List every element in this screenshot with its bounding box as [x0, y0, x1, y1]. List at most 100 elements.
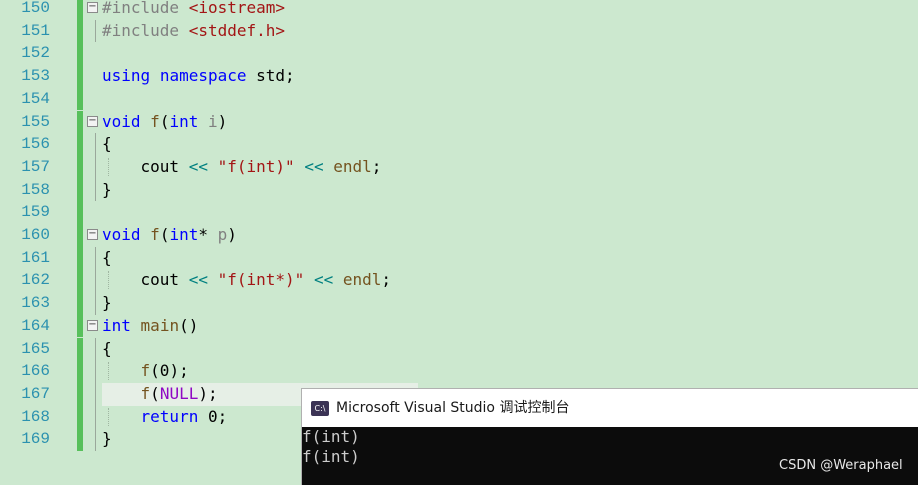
code-token: <<	[188, 270, 208, 290]
code-text: #include <iostream>	[102, 0, 285, 20]
code-token: #include	[102, 20, 189, 40]
code-line[interactable]: 158}	[0, 178, 918, 202]
line-number: 157	[21, 157, 50, 176]
code-line[interactable]: 163}	[0, 292, 918, 315]
code-line[interactable]: 159	[0, 201, 918, 224]
code-token: <<	[188, 156, 208, 176]
code-text: {	[102, 133, 112, 156]
code-line[interactable]: 155 − void f(int i)	[0, 110, 918, 134]
console-title-bar[interactable]: C:\ Microsoft Visual Studio 调试控制台	[302, 389, 918, 427]
code-token: void	[102, 111, 141, 131]
line-number: 169	[21, 430, 50, 449]
outline-guide	[95, 382, 96, 406]
code-line[interactable]: 157 cout << "f(int)" << endl;	[0, 155, 918, 179]
code-token: endl	[333, 156, 372, 176]
collapse-icon[interactable]: −	[87, 229, 98, 240]
code-token: p	[217, 225, 228, 244]
outline-guide	[95, 292, 96, 315]
code-line[interactable]: 165 {	[0, 337, 918, 361]
outline-guide	[95, 133, 96, 156]
code-line[interactable]: 152	[0, 42, 918, 66]
code-token: (	[159, 111, 170, 131]
change-indicator	[77, 382, 83, 406]
collapse-icon[interactable]: −	[87, 2, 98, 13]
code-line[interactable]: 154	[0, 87, 918, 111]
code-line[interactable]: 151 #include <stddef.h>	[0, 19, 918, 43]
change-indicator	[77, 87, 83, 111]
outline-guide	[95, 360, 96, 383]
code-token: cout	[102, 270, 189, 290]
code-token: ;	[371, 156, 382, 176]
line-number: 165	[21, 339, 50, 358]
outline-guide	[95, 19, 96, 43]
code-token: {	[102, 338, 112, 358]
code-token: return	[140, 406, 199, 426]
code-token: (0);	[150, 361, 189, 381]
code-line[interactable]: 150 − #include <iostream>	[0, 0, 918, 20]
code-token: int	[169, 111, 199, 131]
code-text: void f(int* p)	[102, 224, 237, 247]
code-token: "f(int)"	[217, 156, 295, 176]
code-token: using	[102, 66, 151, 86]
outline-guide	[95, 178, 96, 202]
line-number: 158	[21, 180, 50, 199]
code-text: f(0);	[102, 360, 189, 383]
console-title: Microsoft Visual Studio 调试控制台	[336, 400, 570, 416]
code-token: f	[140, 361, 151, 381]
line-number: 153	[21, 67, 50, 86]
code-token: }	[102, 179, 112, 199]
collapse-icon[interactable]: −	[87, 319, 98, 331]
code-token: namespace	[159, 66, 247, 86]
change-indicator	[77, 110, 83, 134]
change-indicator	[77, 314, 83, 338]
watermark: CSDN @Weraphael	[779, 458, 903, 473]
code-token: <<	[313, 270, 334, 290]
code-line[interactable]: 162 cout << "f(int*)" << endl;	[0, 269, 918, 293]
code-line[interactable]: 166 f(0);	[0, 360, 918, 383]
line-number: 156	[21, 135, 50, 154]
code-token: "f(int*)"	[217, 270, 305, 290]
outline-guide	[95, 155, 96, 179]
code-token: main	[140, 315, 180, 335]
code-token: );	[198, 383, 218, 403]
console-app-icon: C:\	[311, 401, 329, 416]
code-token: <<	[304, 156, 324, 176]
line-number: 151	[21, 21, 50, 40]
code-text: }	[102, 428, 112, 451]
collapse-icon[interactable]: −	[87, 115, 98, 127]
line-number: 150	[21, 0, 50, 17]
code-token: int	[102, 315, 131, 335]
change-indicator	[77, 292, 83, 315]
line-number: 155	[21, 112, 50, 131]
code-token: )	[217, 111, 228, 131]
code-line[interactable]: 164 − int main()	[0, 314, 918, 338]
outline-guide	[95, 246, 96, 270]
line-number: 152	[21, 44, 50, 63]
code-token: ;	[381, 270, 392, 290]
change-indicator	[77, 269, 83, 293]
line-number: 163	[21, 294, 50, 313]
code-line[interactable]: 153 using namespace std;	[0, 65, 918, 88]
code-token: )	[227, 225, 237, 244]
code-text: {	[102, 247, 112, 270]
code-text: using namespace std;	[102, 65, 295, 88]
code-token: NULL	[159, 383, 199, 403]
code-token: }	[102, 429, 112, 449]
code-token: *	[198, 225, 218, 244]
line-number: 159	[21, 203, 50, 222]
code-line[interactable]: 160 − void f(int* p)	[0, 224, 918, 247]
code-line[interactable]: 156 {	[0, 133, 918, 156]
code-token: {	[102, 247, 112, 267]
console-output-line: f(int)	[302, 427, 360, 446]
code-line[interactable]: 161 {	[0, 246, 918, 270]
code-token: endl	[342, 270, 382, 290]
line-number: 162	[21, 271, 50, 290]
